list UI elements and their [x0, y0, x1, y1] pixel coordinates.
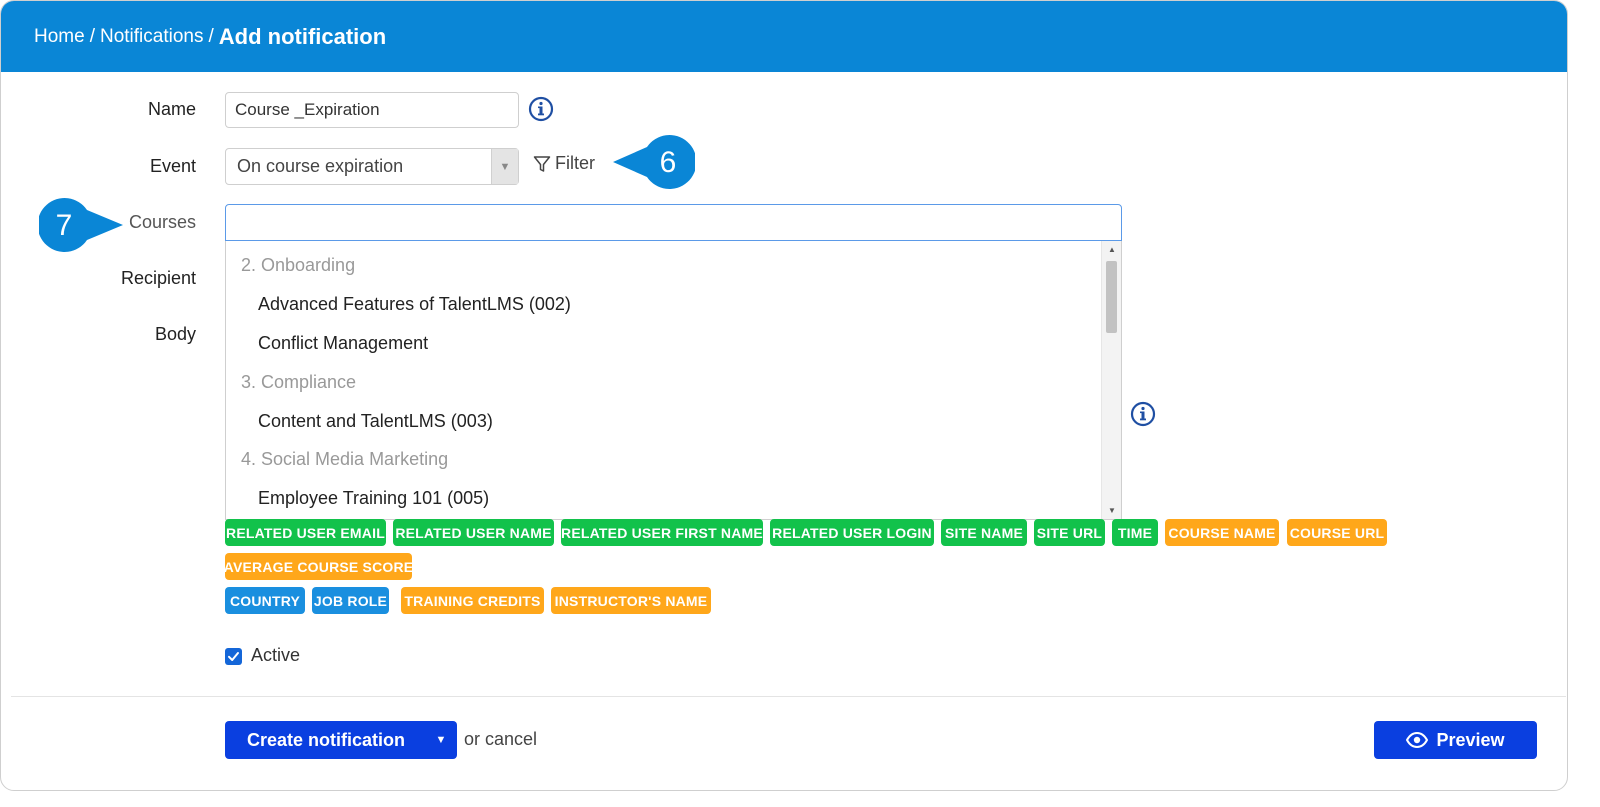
scrollbar-thumb[interactable]	[1106, 261, 1117, 333]
dropdown-option[interactable]: Content and TalentLMS (003)	[258, 411, 493, 432]
event-select-value: On course expiration	[237, 156, 404, 176]
tag-average-course-score[interactable]: AVERAGE COURSE SCORE	[224, 553, 413, 580]
tag-site-name[interactable]: SITE NAME	[941, 519, 1027, 546]
filter-label: Filter	[555, 153, 595, 173]
info-icon[interactable]	[1130, 401, 1156, 427]
callout-step-6: 6	[613, 135, 695, 189]
active-checkbox[interactable]	[225, 648, 242, 665]
body-label: Body	[154, 324, 196, 344]
callout-number: 6	[660, 146, 677, 179]
name-input[interactable]: Course _Expiration	[225, 92, 519, 128]
tag-related-user-login[interactable]: RELATED USER LOGIN	[770, 519, 934, 546]
courses-dropdown-list: 2. Onboarding Advanced Features of Talen…	[225, 241, 1122, 520]
breadcrumb: Home / Notifications / Add notification	[1, 1, 1567, 72]
breadcrumb-separator: /	[89, 25, 95, 47]
tag-course-url[interactable]: COURSE URL	[1287, 519, 1387, 546]
recipient-label: Recipient	[120, 268, 196, 288]
tag-instructors-name[interactable]: INSTRUCTOR'S NAME	[551, 587, 711, 614]
tag-time[interactable]: TIME	[1112, 519, 1158, 546]
tag-related-user-email[interactable]: RELATED USER EMAIL	[225, 519, 386, 546]
breadcrumb-notifications[interactable]: Notifications	[100, 26, 204, 48]
dropdown-option[interactable]: Conflict Management	[258, 333, 428, 354]
callout-step-7: 7	[39, 198, 123, 252]
dropdown-group-label: 3. Compliance	[241, 372, 357, 392]
tag-related-user-first-name[interactable]: RELATED USER FIRST NAME	[561, 519, 763, 546]
footer-divider	[11, 696, 1566, 697]
tag-related-user-name[interactable]: RELATED USER NAME	[393, 519, 554, 546]
breadcrumb-home[interactable]: Home	[34, 26, 85, 48]
eye-icon	[1406, 732, 1429, 748]
dropdown-group-label: 2. Onboarding	[241, 255, 356, 275]
dropdown-option[interactable]: Advanced Features of TalentLMS (002)	[258, 294, 571, 315]
check-icon	[228, 652, 239, 661]
app-window: Home / Notifications / Add notification …	[0, 0, 1568, 791]
cancel-link[interactable]: or cancel	[464, 729, 537, 750]
page-title: Add notification	[218, 23, 387, 49]
filter-icon	[533, 155, 551, 172]
dropdown-scrollbar[interactable]: ▲ ▼	[1101, 241, 1121, 519]
tag-job-role[interactable]: JOB ROLE	[312, 587, 389, 614]
callout-number: 7	[56, 209, 73, 242]
name-input-value: Course _Expiration	[235, 100, 380, 119]
tag-training-credits[interactable]: TRAINING CREDITS	[401, 587, 544, 614]
chevron-down-icon[interactable]: ▼	[491, 149, 518, 184]
info-icon[interactable]	[528, 96, 554, 122]
breadcrumb-separator: /	[208, 25, 214, 47]
event-label: Event	[149, 156, 196, 176]
tag-course-name[interactable]: COURSE NAME	[1165, 519, 1279, 546]
tag-country[interactable]: COUNTRY	[225, 587, 305, 614]
scroll-up-icon[interactable]: ▲	[1102, 245, 1121, 254]
tag-site-url[interactable]: SITE URL	[1034, 519, 1105, 546]
create-notification-button[interactable]: Create notification ▼	[225, 721, 457, 759]
event-select[interactable]: On course expiration ▼	[225, 148, 519, 185]
chevron-down-icon[interactable]: ▼	[425, 734, 457, 746]
active-label: Active	[251, 645, 301, 665]
dropdown-option[interactable]: Employee Training 101 (005)	[258, 488, 489, 509]
courses-search-input[interactable]	[225, 204, 1122, 241]
dropdown-group-label: 4. Social Media Marketing	[241, 449, 449, 469]
courses-label: Courses	[128, 212, 196, 232]
preview-label: Preview	[1436, 729, 1505, 750]
preview-button[interactable]: Preview	[1374, 721, 1537, 759]
name-label: Name	[147, 99, 196, 119]
create-notification-label: Create notification	[247, 729, 406, 750]
filter-button[interactable]: Filter	[533, 153, 595, 174]
scroll-down-icon[interactable]: ▼	[1102, 506, 1121, 515]
